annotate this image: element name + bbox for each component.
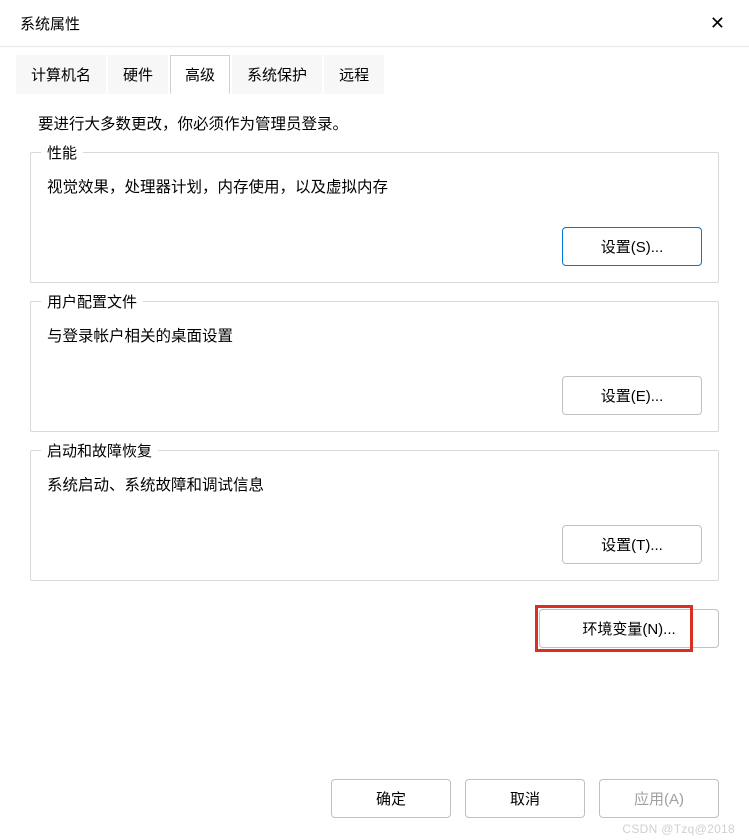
tab-hardware[interactable]: 硬件 (108, 55, 168, 94)
group-startup: 启动和故障恢复 系统启动、系统故障和调试信息 设置(T)... (30, 450, 719, 581)
titlebar: 系统属性 ✕ (0, 0, 749, 47)
environment-variables-button[interactable]: 环境变量(N)... (539, 609, 719, 648)
content-area: 要进行大多数更改，你必须作为管理员登录。 性能 视觉效果，处理器计划，内存使用，… (0, 94, 749, 658)
performance-settings-button[interactable]: 设置(S)... (562, 227, 702, 266)
group-profiles: 用户配置文件 与登录帐户相关的桌面设置 设置(E)... (30, 301, 719, 432)
profiles-settings-button[interactable]: 设置(E)... (562, 376, 702, 415)
group-profiles-desc: 与登录帐户相关的桌面设置 (47, 324, 702, 346)
group-performance-legend: 性能 (41, 142, 83, 163)
group-startup-desc: 系统启动、系统故障和调试信息 (47, 473, 702, 495)
footer-buttons: 确定 取消 应用(A) (331, 779, 719, 818)
cancel-button[interactable]: 取消 (465, 779, 585, 818)
tab-computer-name[interactable]: 计算机名 (16, 55, 106, 94)
tab-system-protect[interactable]: 系统保护 (232, 55, 322, 94)
ok-button[interactable]: 确定 (331, 779, 451, 818)
group-performance: 性能 视觉效果，处理器计划，内存使用，以及虚拟内存 设置(S)... (30, 152, 719, 283)
window-title: 系统属性 (20, 13, 80, 34)
watermark: CSDN @Tzq@2018 (622, 822, 735, 836)
intro-text: 要进行大多数更改，你必须作为管理员登录。 (38, 112, 719, 134)
tab-advanced[interactable]: 高级 (170, 55, 230, 94)
startup-settings-button[interactable]: 设置(T)... (562, 525, 702, 564)
group-profiles-legend: 用户配置文件 (41, 291, 143, 312)
tab-row: 计算机名 硬件 高级 系统保护 远程 (0, 47, 749, 94)
close-icon[interactable]: ✕ (702, 10, 733, 36)
env-row: 环境变量(N)... (30, 609, 719, 648)
apply-button[interactable]: 应用(A) (599, 779, 719, 818)
group-startup-legend: 启动和故障恢复 (41, 440, 158, 461)
group-performance-desc: 视觉效果，处理器计划，内存使用，以及虚拟内存 (47, 175, 702, 197)
tab-remote[interactable]: 远程 (324, 55, 384, 94)
